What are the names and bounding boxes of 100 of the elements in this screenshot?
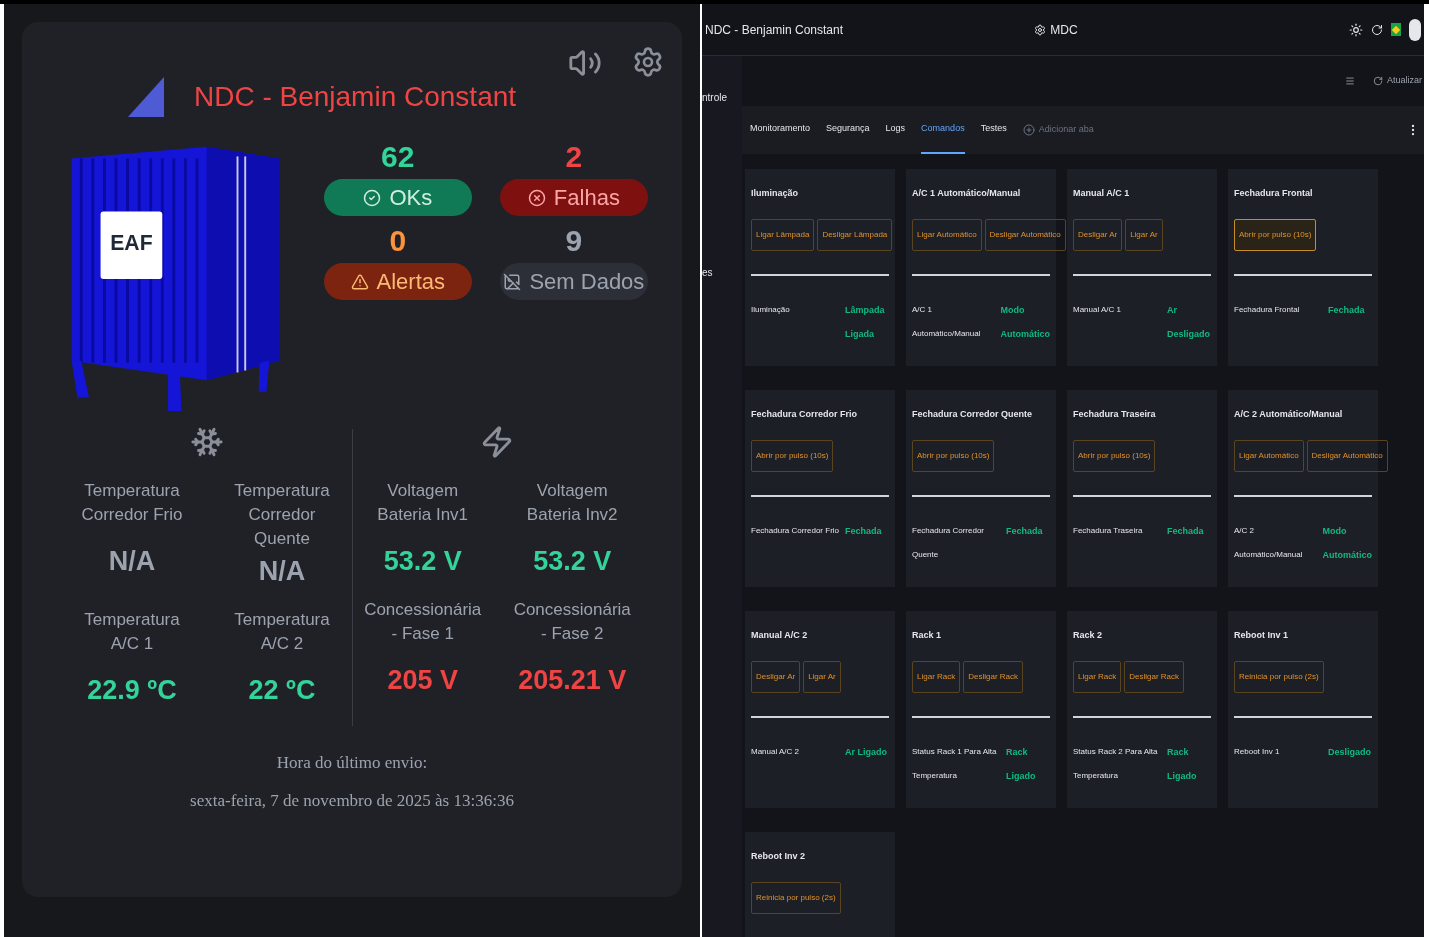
menu-icon[interactable] — [1345, 76, 1355, 86]
command-button[interactable]: Ligar Automático — [912, 218, 982, 251]
status-label: Fechadura Corredor Frio — [751, 524, 841, 537]
metric-value: N/A — [108, 545, 156, 578]
header-title: NDC - Benjamin Constant — [705, 21, 844, 39]
metric-label: Temperatura Corredor Frio — [80, 480, 184, 526]
metric-value: N/A — [258, 555, 306, 588]
stat-count: 9 — [565, 223, 583, 259]
command-button[interactable]: Desligar Ar — [751, 660, 801, 693]
card-title: Reboot Inv 1 — [1234, 629, 1289, 642]
metric-value: 53.2 V — [533, 545, 612, 578]
avatar[interactable] — [1409, 18, 1421, 41]
tab[interactable]: Testes — [980, 106, 1007, 154]
card-title: Manual A/C 1 — [1073, 187, 1131, 200]
status-value: Modo Automático — [1322, 524, 1372, 562]
metric-label: Concessionária - Fase 1 — [363, 598, 483, 645]
command-button[interactable]: Desligar Ar — [1073, 218, 1123, 251]
tab[interactable]: Logs — [885, 106, 906, 154]
brand-name: MDC — [1050, 21, 1078, 39]
command-button[interactable]: Desligar Rack — [963, 660, 1024, 693]
tab[interactable]: Segurança — [826, 106, 870, 154]
stat-badge: Alertas — [323, 263, 472, 300]
card-title: Rack 1 — [912, 629, 943, 642]
command-button[interactable]: Ligar Rack — [912, 660, 961, 693]
theme-icon[interactable] — [1349, 22, 1363, 37]
card-title: A/C 2 Automático/Manual — [1234, 408, 1344, 421]
metric-value: 22 ºC — [248, 673, 316, 707]
site-title: NDC - Benjamin Constant — [193, 80, 517, 114]
metric-label: Temperatura A/C 2 — [233, 608, 331, 655]
card-title: Fechadura Frontal — [1234, 187, 1314, 200]
command-button[interactable]: Abrir por pulso (10s) — [1234, 218, 1317, 251]
status-value: Ar Ligado — [845, 745, 888, 759]
command-button[interactable]: Reinicia por pulso (2s) — [751, 881, 841, 914]
tab[interactable]: Monitoramento — [750, 106, 811, 154]
snowflake-icon — [190, 425, 224, 459]
status-label: Fechadura Corredor Quente — [912, 524, 986, 561]
metric-label: Voltagem Bateria Inv2 — [525, 480, 619, 526]
sidebar-item[interactable]: ntrole — [702, 90, 742, 105]
status-label: Fechadura Traseira — [1073, 524, 1144, 537]
metric-value: 53.2 V — [383, 545, 462, 578]
command-button[interactable]: Desligar Automático — [984, 218, 1066, 251]
add-tab-button[interactable]: Adicionar aba — [1022, 123, 1094, 137]
status-label: Status Rack 2 Para Alta Temperatura — [1073, 745, 1159, 782]
metric-label: Voltagem Bateria Inv1 — [376, 480, 470, 526]
status-value: Rack Ligado — [1167, 745, 1198, 783]
tab[interactable]: Comandos — [921, 106, 965, 154]
metric-value: 205.21 V — [518, 663, 627, 697]
metric-value: 22.9 ºC — [87, 673, 177, 707]
metric-label: Temperatura Corredor Quente — [233, 480, 331, 550]
status-label: Status Rack 1 Para Alta Temperatura — [912, 745, 998, 782]
settings-icon[interactable] — [632, 46, 664, 78]
card-title: Fechadura Traseira — [1073, 408, 1157, 421]
command-button[interactable]: Desligar Lâmpada — [817, 218, 893, 251]
status-label: A/C 1 Automático/Manual — [912, 303, 982, 340]
status-label: Manual A/C 2 — [751, 745, 801, 758]
card-title: Manual A/C 2 — [751, 629, 809, 642]
command-button[interactable]: Desligar Rack — [1124, 660, 1185, 693]
gear-icon — [1034, 23, 1047, 36]
command-button[interactable]: Reinicia por pulso (2s) — [1234, 660, 1324, 693]
command-button[interactable]: Ligar Ar — [1125, 218, 1163, 251]
card-title: Iluminação — [751, 187, 799, 200]
plus-icon — [1022, 124, 1035, 136]
refresh-icon — [1373, 76, 1383, 86]
sidebar-item[interactable]: es — [702, 265, 742, 280]
status-label: Reboot Inv 1 — [1234, 745, 1281, 758]
command-button[interactable]: Abrir por pulso (10s) — [751, 439, 834, 472]
status-value: Fechada — [845, 524, 883, 538]
x-circle-icon — [527, 188, 546, 207]
stat-badge: Falhas — [499, 179, 648, 216]
card-title: Reboot Inv 2 — [751, 850, 806, 863]
metric-label: Concessionária - Fase 2 — [512, 598, 632, 645]
status-label: A/C 2 Automático/Manual — [1234, 524, 1304, 561]
triangle-logo-icon — [127, 77, 164, 117]
card-title: Rack 2 — [1073, 629, 1104, 642]
no-image-icon — [503, 272, 522, 291]
command-button[interactable]: Abrir por pulso (10s) — [912, 439, 995, 472]
status-value: Fechada — [1328, 303, 1366, 317]
status-label: Iluminação — [751, 303, 791, 316]
refresh-button[interactable]: Atualizar — [1373, 74, 1422, 88]
status-label: Manual A/C 1 — [1073, 303, 1123, 316]
command-button[interactable]: Abrir por pulso (10s) — [1073, 439, 1156, 472]
command-button[interactable]: Ligar Ar — [803, 660, 841, 693]
status-value: Ar Desligado — [1167, 303, 1211, 341]
command-button[interactable]: Ligar Rack — [1073, 660, 1122, 693]
container-logo-text: EAF — [110, 231, 153, 254]
command-button[interactable]: Desligar Automático — [1306, 439, 1388, 472]
refresh-icon[interactable] — [1371, 23, 1383, 36]
status-value: Fechada — [1167, 524, 1205, 538]
card-title: Fechadura Corredor Frio — [751, 408, 859, 421]
command-button[interactable]: Ligar Lâmpada — [751, 218, 815, 251]
stat-badge: Sem Dados — [499, 263, 648, 300]
command-button[interactable]: Ligar Automático — [1234, 439, 1304, 472]
check-circle-icon — [363, 188, 382, 207]
stat-count: 2 — [565, 139, 583, 175]
metric-value: 205 V — [387, 663, 458, 697]
warning-icon — [350, 272, 369, 291]
status-value: Rack Ligado — [1006, 745, 1037, 783]
card-title: A/C 1 Automático/Manual — [912, 187, 1022, 200]
stat-count: 0 — [389, 223, 407, 259]
card-title: Fechadura Corredor Quente — [912, 408, 1034, 421]
